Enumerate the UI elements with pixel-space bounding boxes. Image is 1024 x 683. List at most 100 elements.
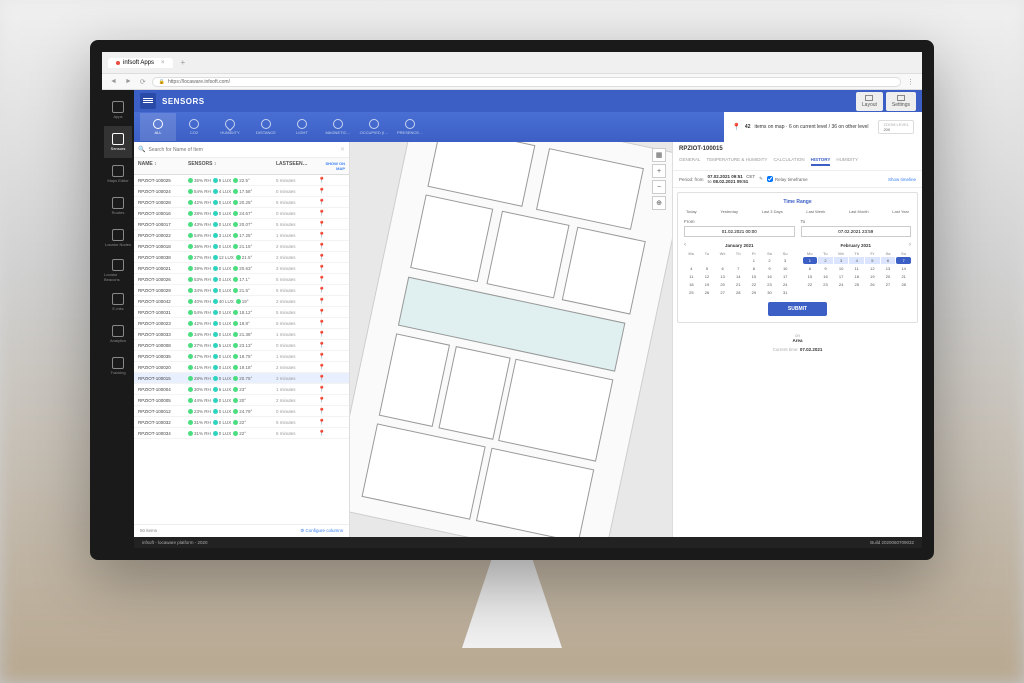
show-on-map[interactable]: SHOW ON MAP [318,161,345,171]
table-row[interactable]: RPZIOT-10003334% RH0 LUX21.38°1 minutes📍 [134,329,349,340]
cal-day[interactable]: 31 [778,289,793,296]
from-input[interactable] [684,226,795,237]
cal-day[interactable]: 15 [747,273,762,280]
cal-day[interactable]: 16 [762,273,777,280]
preset-lastweek[interactable]: Last Week [806,209,825,214]
reload-icon[interactable]: ⟳ [138,78,148,86]
configure-columns[interactable]: ⚙ Configure columns [300,528,343,534]
cal-day[interactable]: 15 [803,273,818,280]
preset-last3[interactable]: Last 3 Days [762,209,783,214]
cat-humidity[interactable]: HUMIDITY [212,113,248,141]
map-view[interactable]: ▦ + − ⊕ [350,142,672,537]
cal-day[interactable]: 28 [731,289,746,296]
cal-day[interactable]: 5 [700,265,715,272]
rail-maps-editor[interactable]: Maps Editor [104,158,132,190]
rail-sensors[interactable]: Sensors [104,126,132,158]
cal-day[interactable]: 14 [896,265,911,272]
cal-day[interactable]: 13 [881,265,896,272]
cal-day[interactable]: 5 [865,257,880,264]
cal-day[interactable]: 27 [715,289,730,296]
col-name[interactable]: NAME ↕ [138,161,188,171]
rail-routes[interactable]: Routes [104,190,132,222]
cal-day[interactable]: 11 [684,273,699,280]
table-row[interactable]: RPZIOT-10002842% RH0 LUX20.25°5 minutes📍 [134,197,349,208]
rail-apps[interactable]: Apps [104,94,132,126]
table-row[interactable]: RPZIOT-10001628% RH0 LUX24.67°0 minutes📍 [134,208,349,219]
cal-day[interactable]: 3 [778,257,793,264]
cal-day[interactable]: 24 [834,281,849,288]
submit-button[interactable]: SUBMIT [768,302,827,316]
cal-day[interactable]: 1 [747,257,762,264]
cal-day[interactable]: 16 [818,273,833,280]
show-timeline[interactable]: Show timeline [888,177,916,182]
cal-day[interactable]: 22 [803,281,818,288]
cal-day[interactable]: 2 [762,257,777,264]
close-icon[interactable]: × [161,60,165,66]
cal-day[interactable]: 14 [731,273,746,280]
rail-tracking[interactable]: Tracking [104,350,132,382]
table-row[interactable]: RPZIOT-10002139% RH0 LUX20.63°3 minutes📍 [134,263,349,274]
cal-day[interactable]: 17 [834,273,849,280]
cal-day[interactable]: 13 [715,273,730,280]
rail-analytics[interactable]: Analytics [104,318,132,350]
locate-button[interactable]: ⊕ [652,196,666,210]
cal-day[interactable]: 8 [747,265,762,272]
forward-icon[interactable]: ► [123,78,134,85]
relay-checkbox[interactable] [767,176,773,182]
zoom-level[interactable]: ZOOM LEVEL 200 [878,120,914,134]
tab-temp-hum[interactable]: TEMPERATURE & HUMIDITY [707,155,768,166]
table-row[interactable]: RPZIOT-10000827% RH5 LUX23.13°0 minutes📍 [134,340,349,351]
cal-prev[interactable]: ‹ [684,242,686,248]
cal-day[interactable]: 1 [803,257,818,264]
cat-all[interactable]: ALL [140,113,176,141]
back-icon[interactable]: ◄ [108,78,119,85]
rail-locator-beacons[interactable]: Locator Beacons [104,254,132,286]
cal-day[interactable]: 11 [849,265,864,272]
clear-icon[interactable]: ✕ [340,146,345,153]
cal-day[interactable]: 25 [684,289,699,296]
preset-lastyear[interactable]: Last Year [892,209,909,214]
tab-humidity[interactable]: HUMIDITY [836,155,858,166]
new-tab-button[interactable]: + [177,58,190,67]
cal-day[interactable]: 9 [818,265,833,272]
table-row[interactable]: RPZIOT-10003431% RH0 LUX22°5 minutes📍 [134,428,349,439]
table-row[interactable]: RPZIOT-10004240% RH40 LUX19°2 minutes📍 [134,296,349,307]
table-row[interactable]: RPZIOT-10001743% RH0 LUX20.07°5 minutes📍 [134,219,349,230]
cal-day[interactable]: 10 [834,265,849,272]
cat-co2[interactable]: CO2 [176,113,212,141]
browser-tab[interactable]: infsoft Apps × [108,58,173,68]
table-row[interactable]: RPZIOT-10002535% RH9 LUX22.5°5 minutes📍 [134,175,349,186]
col-lastseen[interactable]: LASTSEEN… [276,161,318,171]
cal-day[interactable]: 19 [700,281,715,288]
cal-day[interactable]: 12 [865,265,880,272]
cal-day[interactable]: 18 [684,281,699,288]
cal-day[interactable]: 26 [700,289,715,296]
table-row[interactable]: RPZIOT-10001836% RH0 LUX21.15°2 minutes📍 [134,241,349,252]
preset-today[interactable]: Today [686,209,697,214]
rail-locator-nodes[interactable]: Locator Nodes [104,222,132,254]
to-input[interactable] [801,226,912,237]
table-row[interactable]: RPZIOT-10002342% RH0 LUX18.8°5 minutes📍 [134,318,349,329]
cal-day[interactable]: 19 [865,273,880,280]
cal-next[interactable]: › [909,242,911,248]
table-row[interactable]: RPZIOT-10002934% RH0 LUX21.5°5 minutes📍 [134,285,349,296]
layers-button[interactable]: ▦ [652,148,666,162]
menu-icon[interactable]: ⋮ [905,78,916,86]
table-row[interactable]: RPZIOT-10001223% RH0 LUX24.79°0 minutes📍 [134,406,349,417]
cal-day[interactable]: 27 [881,281,896,288]
cal-day[interactable]: 4 [849,257,864,264]
col-sensors[interactable]: SENSORS ↕ [188,161,276,171]
cal-day[interactable]: 6 [881,257,896,264]
cal-day[interactable]: 30 [762,289,777,296]
cal-day[interactable]: 23 [818,281,833,288]
cal-day[interactable]: 22 [747,281,762,288]
table-row[interactable]: RPZIOT-10002041% RH0 LUX19.18°2 minutes📍 [134,362,349,373]
table-row[interactable]: RPZIOT-10001528% RH0 LUX20.75°3 minutes📍 [134,373,349,384]
cat-distance[interactable]: DISTANCE [248,113,284,141]
zoom-in-button[interactable]: + [652,164,666,178]
url-field[interactable]: 🔒 https://locaware.infsoft.com/ [152,77,901,87]
cal-day[interactable]: 4 [684,265,699,272]
table-row[interactable]: RPZIOT-10002653% RH0 LUX17.1°5 minutes📍 [134,274,349,285]
edit-icon[interactable]: ✎ [759,176,763,182]
table-row[interactable]: RPZIOT-10000430% RH6 LUX23°1 minutes📍 [134,384,349,395]
